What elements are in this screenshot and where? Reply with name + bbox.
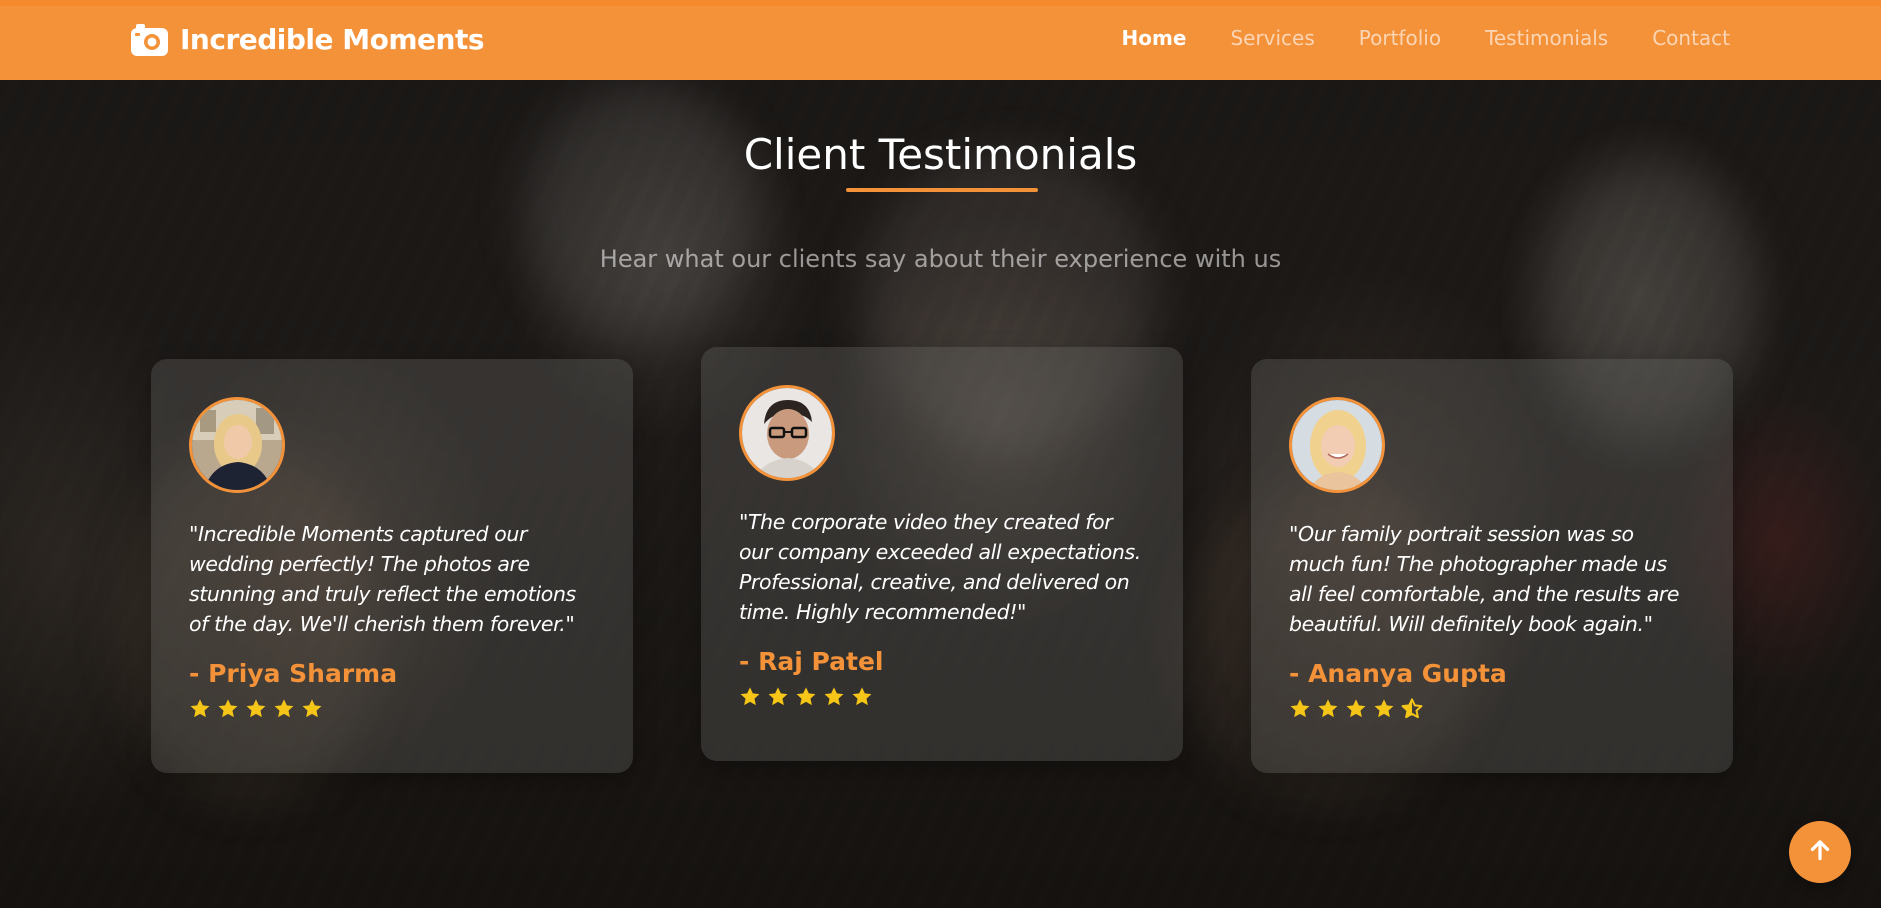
avatar <box>739 385 835 481</box>
section-subtitle: Hear what our clients say about their ex… <box>599 245 1282 273</box>
camera-icon <box>131 23 168 56</box>
nav-link-home[interactable]: Home <box>1122 26 1187 50</box>
testimonial-author: - Priya Sharma <box>189 659 398 688</box>
brand-logo-link[interactable]: Incredible Moments <box>131 23 485 56</box>
star-icon <box>273 698 295 720</box>
star-icon <box>1373 698 1395 720</box>
star-rating <box>1289 698 1695 720</box>
title-underline <box>846 188 1038 192</box>
star-icon <box>1289 698 1311 720</box>
half-star-icon <box>1401 698 1423 720</box>
nav-link-testimonials[interactable]: Testimonials <box>1485 26 1608 50</box>
star-icon <box>795 686 817 708</box>
section-title: Client Testimonials <box>743 130 1138 179</box>
star-icon <box>217 698 239 720</box>
star-rating <box>189 698 595 720</box>
testimonial-card: "The corporate video they created for ou… <box>701 347 1183 761</box>
star-icon <box>189 698 211 720</box>
star-icon <box>301 698 323 720</box>
nav-link-portfolio[interactable]: Portfolio <box>1359 26 1441 50</box>
star-icon <box>851 686 873 708</box>
nav-link-contact[interactable]: Contact <box>1652 26 1730 50</box>
back-to-top-button[interactable] <box>1789 821 1851 883</box>
star-icon <box>767 686 789 708</box>
nav-link-services[interactable]: Services <box>1230 26 1314 50</box>
testimonial-card: "Incredible Moments captured our wedding… <box>151 359 633 773</box>
navbar: Incredible Moments Home Services Portfol… <box>0 0 1881 80</box>
avatar <box>1289 397 1385 493</box>
star-icon <box>245 698 267 720</box>
star-icon <box>1317 698 1339 720</box>
star-icon <box>823 686 845 708</box>
testimonial-quote: "Our family portrait session was so much… <box>1289 522 1680 636</box>
testimonial-author: - Raj Patel <box>739 647 884 676</box>
testimonial-quote: "Incredible Moments captured our wedding… <box>189 522 576 636</box>
brand-name: Incredible Moments <box>180 23 485 56</box>
star-rating <box>739 686 1145 708</box>
testimonial-card: "Our family portrait session was so much… <box>1251 359 1733 773</box>
nav-menu: Home Services Portfolio Testimonials Con… <box>1122 26 1730 50</box>
testimonial-quote: "The corporate video they created for ou… <box>739 510 1141 624</box>
avatar <box>189 397 285 493</box>
arrow-up-icon <box>1807 837 1833 867</box>
star-icon <box>1345 698 1367 720</box>
testimonial-author: - Ananya Gupta <box>1289 659 1507 688</box>
star-icon <box>739 686 761 708</box>
